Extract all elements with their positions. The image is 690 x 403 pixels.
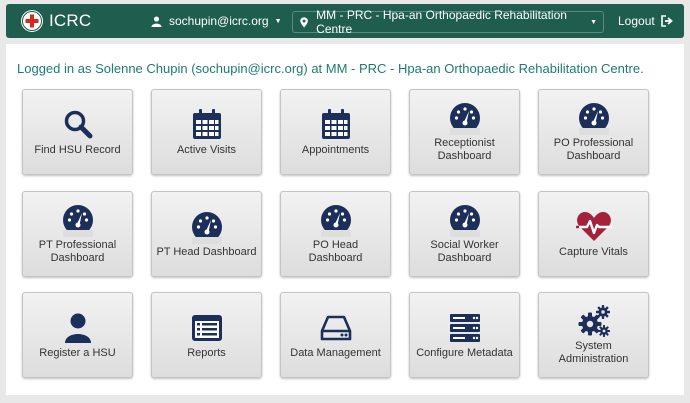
user-email: sochupin@icrc.org <box>169 14 269 28</box>
tile-label: Configure Metadata <box>416 346 513 359</box>
tile-system-administration[interactable]: System Administration <box>538 292 649 378</box>
caret-down-icon: ▼ <box>274 17 282 25</box>
tile-label: PT Head Dashboard <box>156 245 257 258</box>
tile-label: Receptionist Dashboard <box>434 137 495 162</box>
tile-pt-head-dashboard[interactable]: PT Head Dashboard <box>151 191 262 277</box>
tile-configure-metadata[interactable]: Configure Metadata <box>409 292 520 378</box>
main-content: Logged in as Solenne Chupin (sochupin@ic… <box>6 44 684 395</box>
sign-out-icon <box>660 15 673 27</box>
dashboard-icon <box>449 205 480 237</box>
location-selector[interactable]: MM - PRC - Hpa-an Orthopaedic Rehabilita… <box>292 8 604 36</box>
list-alt-icon <box>191 314 222 341</box>
icrc-logo <box>21 10 43 32</box>
tile-label: Register a HSU <box>39 346 116 359</box>
tile-label: PO Professional Dashboard <box>553 137 634 162</box>
dashboard-icon <box>62 205 93 237</box>
tile-social-worker-dashboard[interactable]: Social Worker Dashboard <box>409 191 520 277</box>
brand[interactable]: ICRC <box>20 9 91 33</box>
cogs-icon <box>578 305 610 337</box>
top-navbar: ICRC sochupin@icrc.org ▼ MM - PRC - Hpa-… <box>6 4 684 38</box>
calendar-icon <box>321 108 350 139</box>
dashboard-icon <box>449 103 480 135</box>
tile-register-hsu[interactable]: Register a HSU <box>22 292 133 378</box>
tile-label: Capture Vitals <box>559 245 628 258</box>
tile-capture-vitals[interactable]: Capture Vitals <box>538 191 649 277</box>
calendar-icon <box>192 108 221 139</box>
logout-label: Logout <box>618 14 655 28</box>
tile-data-management[interactable]: Data Management <box>280 292 391 378</box>
user-icon <box>151 15 162 27</box>
tile-reports[interactable]: Reports <box>151 292 262 378</box>
tile-pt-professional-dashboard[interactable]: PT Professional Dashboard <box>22 191 133 277</box>
dashboard-icon <box>191 211 222 244</box>
logout-link[interactable]: Logout <box>618 14 674 28</box>
user-icon <box>64 313 91 343</box>
tile-label: Active Visits <box>176 143 237 156</box>
tile-label: System Administration <box>558 340 629 365</box>
heartbeat-icon <box>575 211 612 241</box>
tile-po-professional-dashboard[interactable]: PO Professional Dashboard <box>538 89 649 175</box>
tile-appointments[interactable]: Appointments <box>280 89 391 175</box>
tile-label: PT Professional Dashboard <box>38 239 117 264</box>
server-icon <box>449 313 480 342</box>
tile-label: Find HSU Record <box>34 143 121 156</box>
map-marker-icon <box>300 16 308 28</box>
dashboard-icon <box>320 205 351 237</box>
tile-label: Appointments <box>301 143 370 156</box>
login-message: Logged in as Solenne Chupin (sochupin@ic… <box>17 61 644 76</box>
tile-label: PO Head Dashboard <box>308 239 363 264</box>
tile-receptionist-dashboard[interactable]: Receptionist Dashboard <box>409 89 520 175</box>
tile-label: Data Management <box>290 346 381 359</box>
hdd-icon <box>320 315 351 340</box>
tile-po-head-dashboard[interactable]: PO Head Dashboard <box>280 191 391 277</box>
tile-find-hsu-record[interactable]: Find HSU Record <box>22 89 133 175</box>
search-icon <box>64 110 92 138</box>
location-name: MM - PRC - Hpa-an Orthopaedic Rehabilita… <box>316 8 567 36</box>
brand-name: ICRC <box>49 11 92 30</box>
tile-label: Social Worker Dashboard <box>430 239 499 264</box>
user-menu[interactable]: sochupin@icrc.org ▼ <box>151 14 282 28</box>
tile-label: Reports <box>187 346 226 359</box>
dashboard-icon <box>578 103 609 135</box>
tile-active-visits[interactable]: Active Visits <box>151 89 262 175</box>
caret-down-icon: ▼ <box>590 18 597 26</box>
